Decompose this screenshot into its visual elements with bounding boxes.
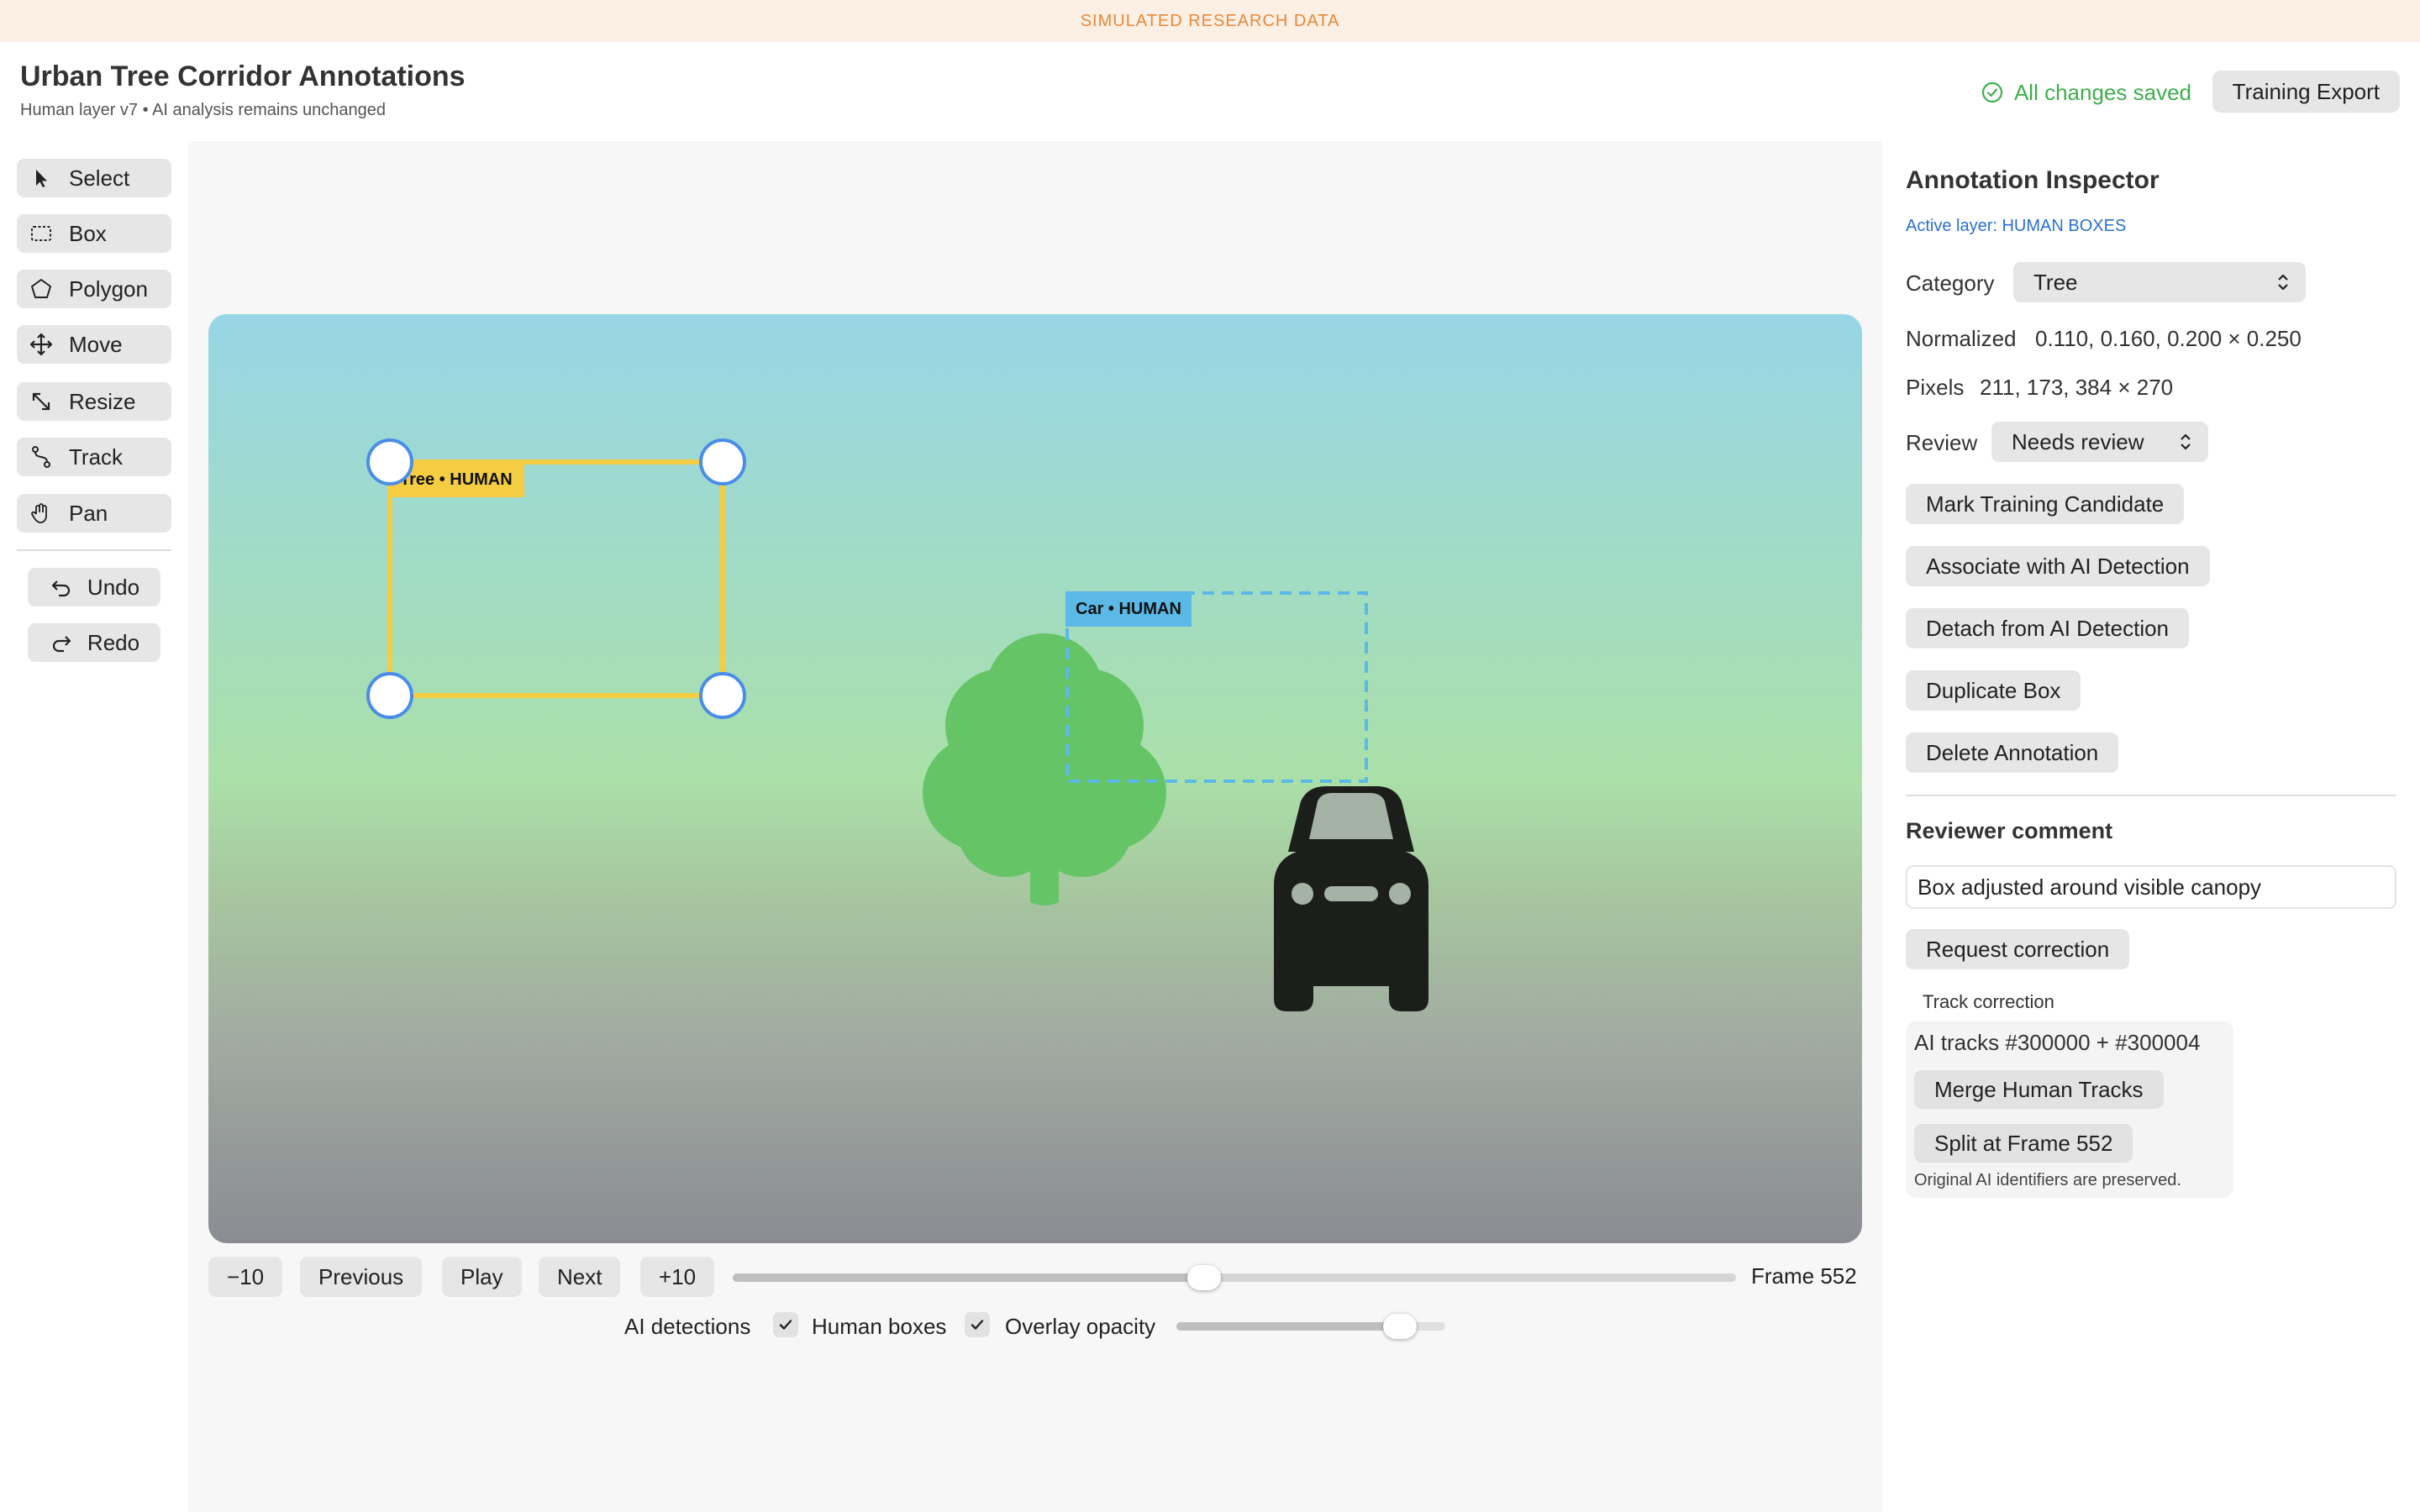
car-box-label: Car • HUMAN — [1065, 591, 1192, 627]
track-correction-title: Track correction — [1923, 991, 2054, 1012]
tree-icon — [923, 633, 1166, 906]
redo-arrow-icon — [52, 636, 71, 653]
frame-timeline-slider[interactable] — [733, 1273, 1736, 1282]
polygon-tool-button[interactable]: Polygon — [17, 270, 171, 308]
category-label: Category — [1906, 270, 1995, 296]
human-boxes-checkbox[interactable] — [965, 1312, 990, 1337]
forward-10-frames-button[interactable]: +10 — [640, 1257, 715, 1297]
checkmark-icon — [779, 1320, 792, 1330]
back-10-frames-button[interactable]: −10 — [208, 1257, 283, 1297]
ai-detections-label: AI detections — [624, 1314, 751, 1339]
simulated-data-banner: SIMULATED RESEARCH DATA — [0, 0, 2420, 42]
inspector-divider — [1906, 795, 2396, 796]
car-icon — [1274, 786, 1428, 1011]
category-value: Tree — [2033, 269, 2078, 295]
polygon-tool-label: Polygon — [69, 276, 148, 302]
undo-button[interactable]: Undo — [28, 568, 160, 606]
pan-tool-button[interactable]: Pan — [17, 494, 171, 533]
play-button[interactable]: Play — [442, 1257, 522, 1297]
chevron-updown-icon — [2278, 274, 2288, 291]
normalized-label: Normalized — [1906, 326, 2017, 351]
pan-tool-label: Pan — [69, 500, 108, 526]
next-frame-button[interactable]: Next — [539, 1257, 621, 1297]
box-tool-button[interactable]: Box — [17, 214, 171, 253]
training-export-button[interactable]: Training Export — [2212, 71, 2400, 113]
chevron-updown-icon — [2181, 433, 2191, 450]
resize-handle-bottom-right[interactable] — [699, 672, 746, 719]
cursor-arrow-icon — [36, 170, 47, 187]
select-tool-label: Select — [69, 165, 130, 191]
review-label: Review — [1906, 430, 1978, 455]
move-tool-button[interactable]: Move — [17, 325, 171, 364]
previous-frame-button[interactable]: Previous — [300, 1257, 423, 1297]
category-select[interactable]: Tree — [2013, 262, 2306, 302]
pixels-value: 211, 173, 384 × 270 — [1980, 375, 2174, 400]
opacity-fill — [1176, 1322, 1400, 1331]
normalized-value: 0.110, 0.160, 0.200 × 0.250 — [2035, 326, 2302, 351]
track-tool-label: Track — [69, 444, 124, 470]
undo-label: Undo — [87, 574, 140, 600]
checkmark-icon — [971, 1320, 984, 1330]
pentagon-icon — [31, 279, 51, 298]
associate-ai-detection-button[interactable]: Associate with AI Detection — [1906, 546, 2210, 586]
hand-icon — [31, 503, 47, 523]
page-title: Urban Tree Corridor Annotations — [20, 60, 466, 92]
track-tool-button[interactable]: Track — [17, 438, 171, 476]
merge-human-tracks-button[interactable]: Merge Human Tracks — [1914, 1070, 2164, 1109]
review-select[interactable]: Needs review — [1991, 422, 2208, 462]
reviewer-comment-input[interactable] — [1906, 865, 2396, 909]
track-ids-label: AI tracks #300000 + #300004 — [1914, 1030, 2201, 1055]
split-at-frame-button[interactable]: Split at Frame 552 — [1914, 1124, 2133, 1163]
move-arrows-icon — [29, 333, 53, 356]
resize-handle-bottom-left[interactable] — [366, 672, 413, 719]
current-frame-label: Frame 552 — [1751, 1263, 1857, 1289]
ai-detections-checkbox[interactable] — [773, 1312, 798, 1337]
delete-annotation-button[interactable]: Delete Annotation — [1906, 732, 2119, 773]
box-tool-label: Box — [69, 220, 107, 246]
move-tool-label: Move — [69, 331, 123, 357]
dashed-rectangle-icon — [31, 226, 51, 241]
opacity-thumb[interactable] — [1382, 1314, 1417, 1339]
overlay-opacity-label: Overlay opacity — [1005, 1314, 1156, 1339]
resize-handle-top-right[interactable] — [699, 438, 746, 486]
review-value: Needs review — [2012, 428, 2144, 454]
track-preservation-note: Original AI identifiers are preserved. — [1914, 1171, 2181, 1189]
duplicate-box-button[interactable]: Duplicate Box — [1906, 670, 2081, 711]
timeline-thumb[interactable] — [1187, 1265, 1222, 1290]
mark-training-candidate-button[interactable]: Mark Training Candidate — [1906, 484, 2185, 524]
active-layer-label: Active layer: HUMAN BOXES — [1906, 217, 2127, 235]
save-status: All changes saved — [1981, 76, 2191, 109]
select-tool-button[interactable]: Select — [17, 159, 171, 197]
redo-label: Redo — [87, 629, 140, 655]
annotation-canvas[interactable]: Tree • HUMAN Car • HUMAN — [208, 314, 1862, 1243]
resize-tool-label: Resize — [69, 388, 136, 414]
reviewer-comment-title: Reviewer comment — [1906, 818, 2113, 843]
check-circle-icon — [1981, 81, 2003, 103]
resize-diagonal-icon — [32, 392, 50, 411]
request-correction-button[interactable]: Request correction — [1906, 929, 2130, 969]
page-subtitle: Human layer v7 • AI analysis remains unc… — [20, 101, 387, 119]
detach-ai-detection-button[interactable]: Detach from AI Detection — [1906, 608, 2190, 648]
track-path-icon — [32, 446, 50, 468]
tool-rail-divider — [17, 549, 171, 551]
save-status-text: All changes saved — [2013, 79, 2191, 105]
inspector-title: Annotation Inspector — [1906, 166, 2160, 194]
undo-arrow-icon — [51, 580, 71, 597]
human-boxes-label: Human boxes — [812, 1314, 947, 1339]
resize-tool-button[interactable]: Resize — [17, 382, 171, 421]
redo-button[interactable]: Redo — [28, 623, 160, 662]
timeline-progress-fill — [733, 1273, 1205, 1282]
pixels-label: Pixels — [1906, 375, 1965, 400]
scene-layer — [387, 459, 1428, 1011]
resize-handle-top-left[interactable] — [366, 438, 413, 486]
